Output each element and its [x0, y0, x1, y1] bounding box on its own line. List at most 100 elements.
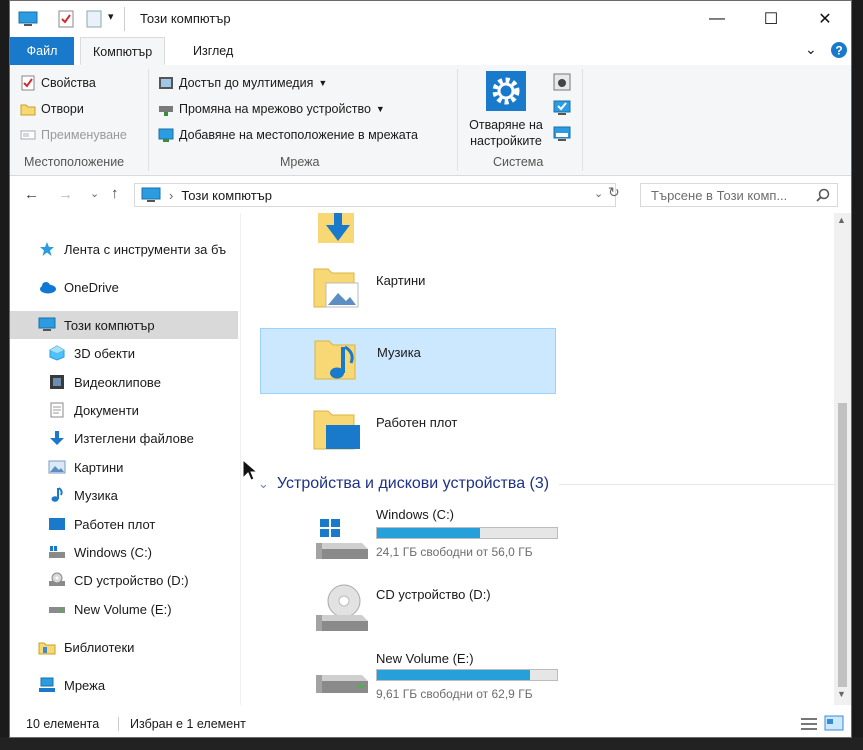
folder-pictures[interactable]: Картини — [260, 257, 556, 323]
map-drive-label: Промяна на мрежово устройство — [179, 102, 371, 116]
mouse-cursor-icon — [242, 459, 258, 481]
media-access-button[interactable]: Достъп до мултимедия ▼ — [158, 75, 327, 91]
dropdown-arrow-icon: ▼ — [375, 104, 385, 114]
drive-usage-bar — [376, 669, 558, 681]
desktop-folder-icon — [313, 410, 360, 450]
group-divider — [582, 69, 583, 171]
back-icon[interactable]: ← — [24, 186, 39, 203]
properties-label: Свойства — [41, 76, 96, 90]
drive-icon — [316, 675, 368, 693]
folder-music[interactable]: Музика — [260, 328, 556, 394]
nav-item-desktop[interactable]: Работен плот — [10, 510, 238, 538]
nav-item-network[interactable]: Мрежа — [10, 671, 238, 699]
window-title: Този компютър — [140, 11, 231, 26]
tab-view[interactable]: Изглед — [181, 37, 245, 65]
search-input[interactable]: Търсене в Този комп... — [640, 183, 838, 207]
title-bar: ▾ Този компютър — ☐ ✕ — [10, 1, 851, 37]
recent-locations-icon[interactable]: ⌄ — [90, 187, 99, 200]
breadcrumb-this-pc[interactable]: Този компютър — [181, 188, 272, 203]
group-divider — [148, 69, 149, 171]
nav-item-onedrive[interactable]: OneDrive — [10, 273, 238, 301]
folder-desktop[interactable]: Работен плот — [260, 399, 556, 465]
properties-button[interactable]: Свойства — [20, 75, 96, 91]
system-properties-icon[interactable] — [553, 99, 571, 117]
rename-label: Преименуване — [41, 128, 127, 142]
drive-usage-bar — [376, 527, 558, 539]
nav-label: Документи — [74, 402, 139, 418]
devices-section-header[interactable]: ⌄ Устройства и дискови устройства (3) — [258, 475, 834, 493]
up-icon[interactable]: ↑ — [111, 185, 119, 202]
chevron-down-icon[interactable]: ⌄ — [805, 41, 817, 58]
status-divider — [118, 717, 119, 731]
address-bar[interactable]: › Този компютър — [134, 183, 616, 207]
large-icons-view-icon[interactable] — [824, 715, 844, 731]
maximize-button[interactable]: ☐ — [748, 1, 794, 37]
drive-name: New Volume (E:) — [376, 651, 474, 666]
add-network-location-button[interactable]: Добавяне на местоположение в мрежата — [158, 127, 418, 143]
search-icon[interactable] — [816, 188, 830, 202]
properties-icon[interactable] — [58, 10, 74, 28]
pane-divider[interactable] — [240, 213, 241, 705]
minimize-button[interactable]: — — [694, 1, 740, 37]
rename-icon — [20, 130, 36, 140]
scroll-up-icon[interactable]: ▲ — [837, 215, 846, 225]
open-button[interactable]: Отвори — [20, 101, 84, 117]
section-title: Устройства и дискови устройства (3) — [276, 475, 550, 492]
downloads-folder-icon[interactable] — [314, 213, 362, 247]
navigation-pane: Лента с инструменти за бъ OneDrive Този … — [10, 213, 240, 705]
nav-item-videos[interactable]: Видеоклипове — [10, 368, 238, 396]
nav-item-quick-access[interactable]: Лента с инструменти за бъ — [10, 235, 238, 263]
customize-toolbar-icon[interactable]: ▾ — [108, 10, 114, 23]
nav-item-3d-objects[interactable]: 3D обекти — [10, 339, 238, 367]
system-group-label: Система — [493, 155, 544, 169]
nav-item-pictures[interactable]: Картини — [10, 453, 238, 481]
nav-item-drive-e[interactable]: New Volume (E:) — [10, 595, 238, 623]
details-view-icon[interactable] — [800, 717, 818, 731]
film-icon — [50, 375, 64, 389]
network-drive-icon — [159, 106, 173, 116]
rename-button[interactable]: Преименуване — [20, 127, 127, 143]
nav-item-libraries[interactable]: Библиотеки — [10, 633, 238, 661]
close-button[interactable]: ✕ — [802, 1, 848, 37]
nav-item-downloads[interactable]: Изтеглени файлове — [10, 424, 238, 452]
drive-name: CD устройство (D:) — [376, 587, 491, 602]
group-divider — [457, 69, 458, 171]
nav-item-music[interactable]: Музика — [10, 481, 238, 509]
folder-name: Музика — [377, 345, 421, 360]
nav-item-documents[interactable]: Документи — [10, 396, 238, 424]
explorer-window: ▾ Този компютър — ☐ ✕ Файл Компютър Изгл… — [9, 0, 852, 738]
drive-c[interactable]: Windows (C:) 24,1 ГБ свободни от 56,0 ГБ — [302, 505, 602, 567]
title-divider — [124, 7, 125, 31]
section-divider — [559, 483, 834, 485]
library-icon — [38, 642, 56, 655]
ribbon-tabs: Файл Компютър Изглед ⌄ ? — [10, 37, 851, 66]
help-icon[interactable]: ? — [830, 41, 848, 59]
open-settings-label: Отваряне на настройките — [469, 118, 543, 148]
manage-icon[interactable] — [553, 125, 571, 143]
refresh-icon[interactable]: ↻ — [608, 184, 620, 201]
nav-item-drive-c[interactable]: Windows (C:) — [10, 538, 238, 566]
media-access-label: Достъп до мултимедия — [179, 76, 314, 90]
drive-free-space: 9,61 ГБ свободни от 62,9 ГБ — [376, 687, 533, 701]
open-settings-button[interactable]: Отваряне на настройките — [466, 71, 546, 151]
drive-e[interactable]: New Volume (E:) 9,61 ГБ свободни от 62,9… — [302, 647, 602, 705]
drive-name: Windows (C:) — [376, 507, 455, 522]
desktop-background-right — [852, 0, 863, 750]
new-folder-icon[interactable] — [86, 10, 102, 28]
nav-label: Работен плот — [74, 516, 156, 532]
forward-icon[interactable]: → — [58, 186, 73, 203]
nav-item-this-pc[interactable]: Този компютър — [10, 311, 238, 339]
tab-file[interactable]: Файл — [10, 37, 74, 65]
address-dropdown-icon[interactable]: ⌄ — [594, 187, 603, 200]
drive-usage-fill — [377, 670, 530, 680]
drive-d[interactable]: CD устройство (D:) — [302, 583, 602, 645]
properties-icon — [21, 75, 35, 91]
nav-item-cd-drive[interactable]: CD устройство (D:) — [10, 566, 238, 594]
music-folder-icon — [314, 340, 356, 380]
scroll-down-icon[interactable]: ▼ — [837, 689, 846, 699]
tab-computer[interactable]: Компютър — [80, 37, 166, 65]
map-drive-button[interactable]: Промяна на мрежово устройство ▼ — [158, 101, 385, 117]
uninstall-programs-icon[interactable] — [553, 73, 571, 91]
scrollbar-thumb[interactable] — [838, 403, 847, 687]
music-icon — [51, 487, 63, 502]
